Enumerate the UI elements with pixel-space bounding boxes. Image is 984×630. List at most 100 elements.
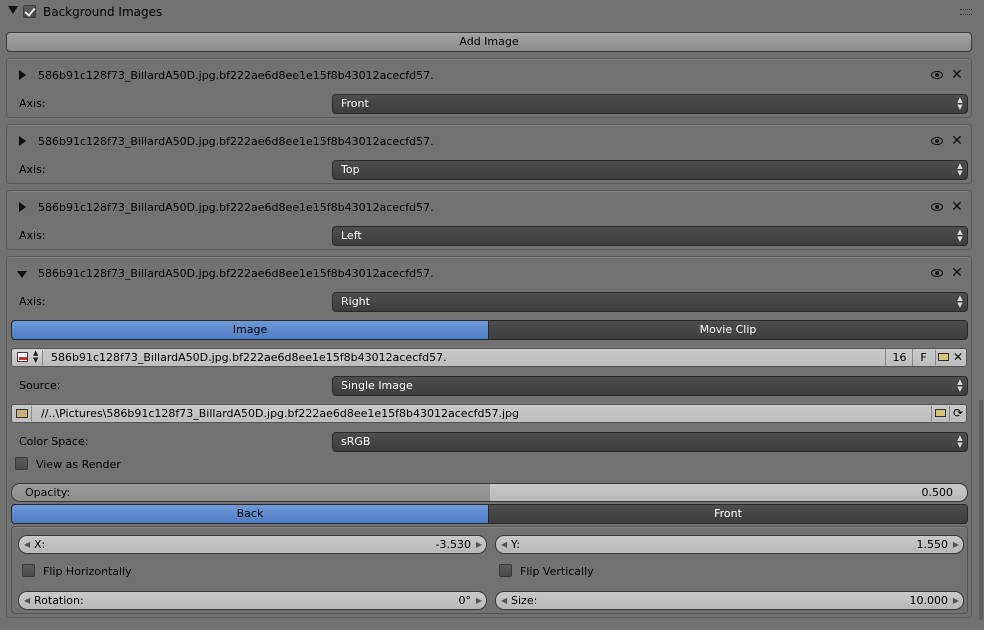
axis-dropdown[interactable]: Front ▲ ▼: [332, 94, 968, 114]
tab-front[interactable]: Front: [488, 504, 968, 524]
rotation-field[interactable]: ◀ Rotation: 0° ▶: [18, 591, 487, 610]
axis-value: Front: [341, 97, 369, 110]
panel-title: Background Images: [43, 5, 163, 19]
opacity-value: 0.500: [921, 486, 954, 499]
axis-label: Axis:: [19, 97, 46, 110]
decrement-arrow-icon[interactable]: ◀: [24, 536, 30, 553]
axis-dropdown[interactable]: Right ▲ ▼: [332, 292, 968, 312]
image-browse-button[interactable]: ▲ ▼: [13, 350, 43, 365]
axis-dropdown[interactable]: Top ▲ ▼: [332, 160, 968, 180]
eye-icon[interactable]: [931, 71, 943, 79]
size-value: 10.000: [909, 594, 949, 607]
collapse-triangle-icon[interactable]: [17, 271, 27, 278]
opacity-fill: [12, 484, 490, 501]
browse-arrows-icon: ▲ ▼: [33, 349, 39, 364]
user-count[interactable]: 16: [885, 349, 913, 366]
opacity-slider[interactable]: Opacity: 0.500: [11, 483, 968, 502]
add-image-button[interactable]: Add Image: [6, 32, 972, 52]
view-as-render-checkbox[interactable]: [15, 457, 28, 470]
tab-back[interactable]: Back: [11, 504, 489, 524]
source-value: Single Image: [341, 379, 413, 392]
open-folder-icon[interactable]: [935, 350, 951, 365]
decrement-arrow-icon[interactable]: ◀: [501, 592, 507, 609]
flip-horizontally-checkbox[interactable]: [22, 564, 35, 577]
source-dropdown[interactable]: Single Image ▲ ▼: [332, 376, 968, 396]
image-name: 586b91c128f73_BillardA50D.jpg.bf222ae6d8…: [38, 201, 434, 214]
background-image-entry: 586b91c128f73_BillardA50D.jpg.bf222ae6d8…: [6, 58, 972, 118]
transform-box: ◀ X: -3.530 ▶ ◀ Y: 1.550 ▶ Flip Horizont…: [11, 526, 968, 614]
background-image-entry: 586b91c128f73_BillardA50D.jpg.bf222ae6d8…: [6, 190, 972, 250]
dropdown-arrows-icon: ▲ ▼: [957, 434, 963, 449]
panel-collapse-triangle-icon[interactable]: [8, 6, 18, 14]
dropdown-arrows-icon: ▲ ▼: [957, 378, 963, 393]
source-label: Source:: [19, 379, 61, 392]
remove-x-icon[interactable]: ✕: [951, 266, 963, 280]
eye-icon[interactable]: [931, 203, 943, 211]
y-label: Y:: [511, 538, 520, 551]
dropdown-arrows-icon: ▲ ▼: [957, 228, 963, 243]
expand-triangle-icon[interactable]: [19, 70, 26, 80]
expand-triangle-icon[interactable]: [19, 136, 26, 146]
size-label: Size:: [511, 594, 538, 607]
panel-drag-grip-icon[interactable]: [960, 9, 972, 15]
browse-folder-icon[interactable]: [931, 406, 948, 421]
color-space-value: sRGB: [341, 435, 371, 448]
opacity-label: Opacity:: [25, 486, 71, 499]
image-icon: [17, 352, 28, 362]
reload-icon[interactable]: ⟳: [949, 406, 966, 421]
scrollbar[interactable]: [979, 400, 983, 620]
x-offset-field[interactable]: ◀ X: -3.530 ▶: [18, 535, 487, 554]
image-name: 586b91c128f73_BillardA50D.jpg.bf222ae6d8…: [38, 69, 434, 82]
dropdown-arrows-icon: ▲ ▼: [957, 162, 963, 177]
filepath-value[interactable]: //..\Pictures\586b91c128f73_BillardA50D.…: [41, 407, 519, 421]
rotation-label: Rotation:: [34, 594, 84, 607]
x-label: X:: [34, 538, 46, 551]
image-name: 586b91c128f73_BillardA50D.jpg.bf222ae6d8…: [38, 135, 434, 148]
y-value: 1.550: [916, 538, 949, 551]
flip-vertically-checkbox[interactable]: [499, 564, 512, 577]
eye-icon[interactable]: [931, 137, 943, 145]
tab-image[interactable]: Image: [11, 320, 489, 340]
image-name: 586b91c128f73_BillardA50D.jpg.bf222ae6d8…: [38, 267, 434, 280]
axis-value: Left: [341, 229, 362, 242]
background-images-checkbox[interactable]: [23, 5, 36, 18]
image-datablock-field[interactable]: ▲ ▼ 586b91c128f73_BillardA50D.jpg.bf222ae…: [11, 348, 967, 367]
unlink-x-icon[interactable]: ✕: [952, 351, 964, 363]
rotation-value: 0°: [458, 594, 472, 607]
file-icon: [14, 406, 32, 421]
flip-vertically-label: Flip Vertically: [520, 565, 594, 578]
expand-triangle-icon[interactable]: [19, 202, 26, 212]
view-as-render-label: View as Render: [36, 458, 121, 471]
background-image-entry: 586b91c128f73_BillardA50D.jpg.bf222ae6d8…: [6, 124, 972, 184]
x-value: -3.530: [435, 538, 471, 551]
axis-value: Right: [341, 295, 370, 308]
remove-x-icon[interactable]: ✕: [951, 68, 963, 82]
increment-arrow-icon[interactable]: ▶: [953, 592, 959, 609]
remove-x-icon[interactable]: ✕: [951, 134, 963, 148]
axis-label: Axis:: [19, 229, 46, 242]
size-field[interactable]: ◀ Size: 10.000 ▶: [495, 591, 964, 610]
color-space-dropdown[interactable]: sRGB ▲ ▼: [332, 432, 968, 452]
dropdown-arrows-icon: ▲ ▼: [957, 294, 963, 309]
axis-value: Top: [341, 163, 360, 176]
remove-x-icon[interactable]: ✕: [951, 200, 963, 214]
increment-arrow-icon[interactable]: ▶: [953, 536, 959, 553]
panel-header[interactable]: Background Images: [0, 0, 984, 24]
axis-dropdown[interactable]: Left ▲ ▼: [332, 226, 968, 246]
tab-movie-clip[interactable]: Movie Clip: [488, 320, 968, 340]
increment-arrow-icon[interactable]: ▶: [476, 592, 482, 609]
flip-horizontally-label: Flip Horizontally: [43, 565, 132, 578]
y-offset-field[interactable]: ◀ Y: 1.550 ▶: [495, 535, 964, 554]
background-image-entry-expanded: 586b91c128f73_BillardA50D.jpg.bf222ae6d8…: [6, 256, 972, 618]
decrement-arrow-icon[interactable]: ◀: [24, 592, 30, 609]
dropdown-arrows-icon: ▲ ▼: [957, 96, 963, 111]
color-space-label: Color Space:: [19, 435, 89, 448]
fake-user-button[interactable]: F: [912, 349, 934, 366]
filepath-field[interactable]: //..\Pictures\586b91c128f73_BillardA50D.…: [11, 404, 967, 423]
axis-label: Axis:: [19, 295, 46, 308]
eye-icon[interactable]: [931, 269, 943, 277]
increment-arrow-icon[interactable]: ▶: [476, 536, 482, 553]
axis-label: Axis:: [19, 163, 46, 176]
decrement-arrow-icon[interactable]: ◀: [501, 536, 507, 553]
image-datablock-name[interactable]: 586b91c128f73_BillardA50D.jpg.bf222ae6d8…: [51, 351, 447, 365]
